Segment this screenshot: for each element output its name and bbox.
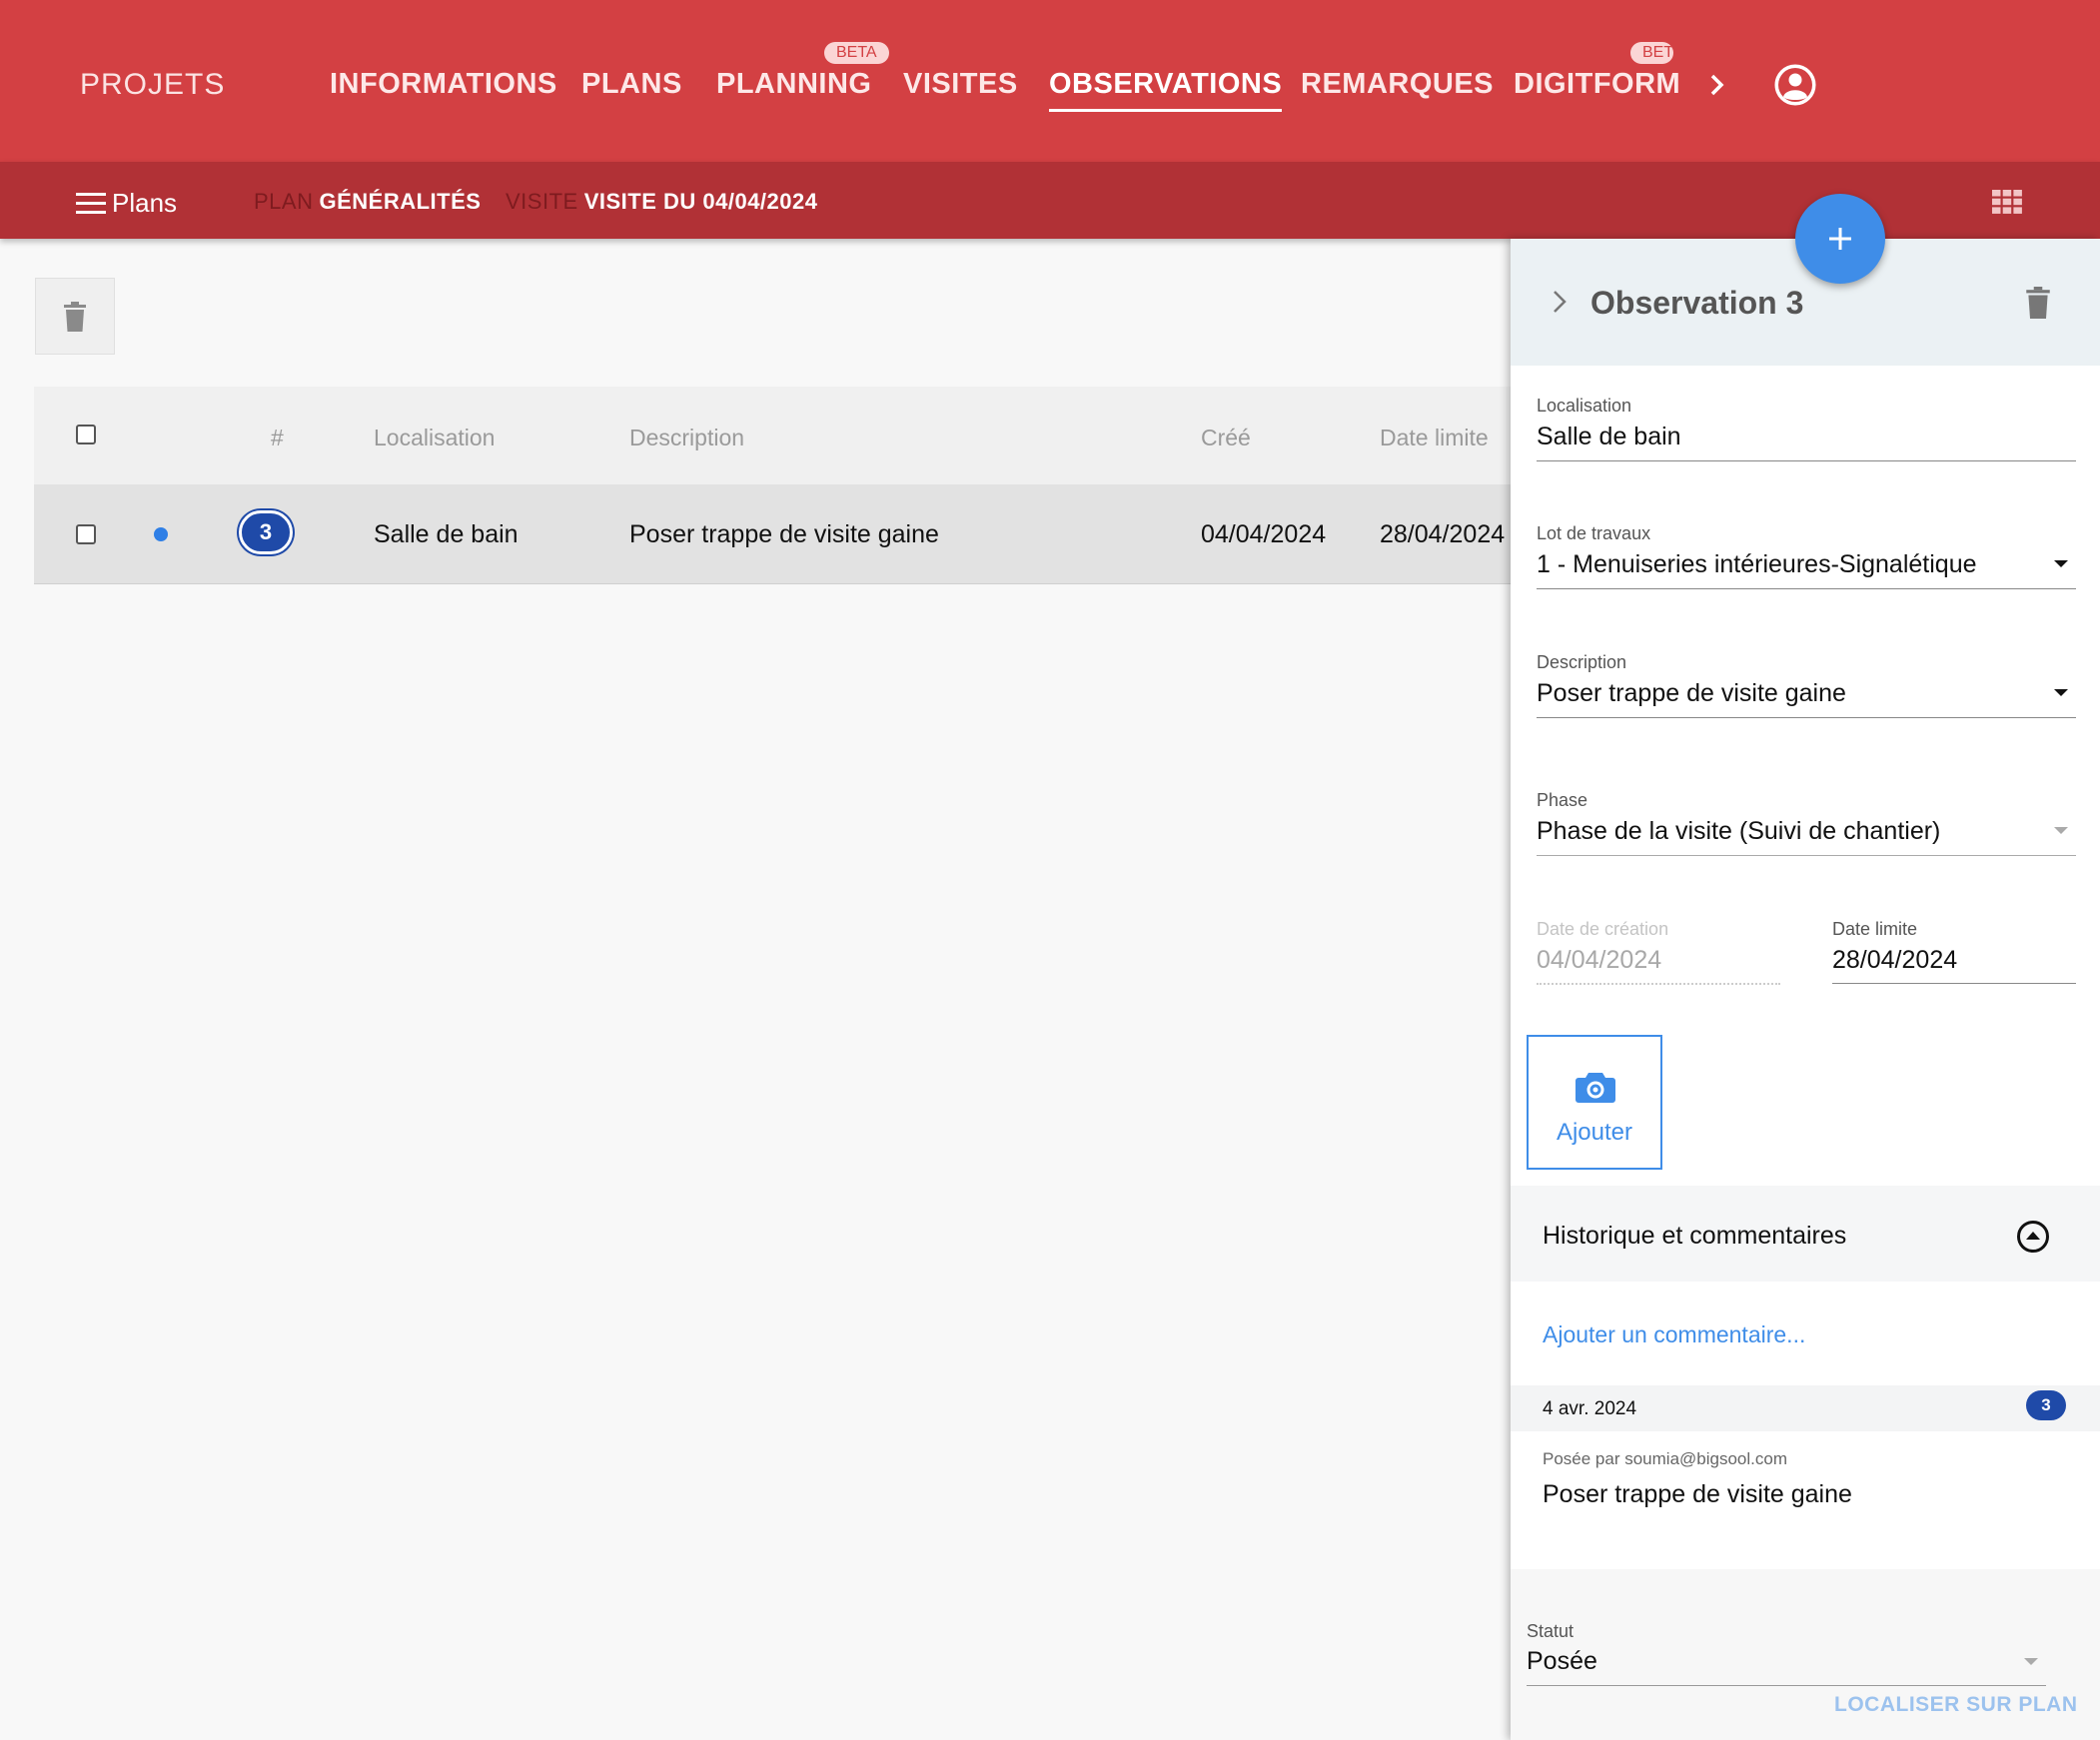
plans-menu-button[interactable]: Plans (76, 188, 177, 219)
add-observation-button[interactable] (1795, 194, 1885, 284)
description-value: Poser trappe de visite gaine (1537, 679, 1846, 707)
beta-badge: BET (1630, 42, 1673, 64)
user-circle-icon[interactable] (1774, 64, 1816, 106)
column-header-location[interactable]: Localisation (374, 425, 495, 451)
creation-date-label: Date de création (1537, 919, 1669, 939)
history-title: Historique et commentaires (1543, 1222, 1847, 1250)
table-row[interactable]: 3 Salle de bain Poser trappe de visite g… (34, 484, 1513, 584)
visit-key: VISITE (506, 189, 578, 214)
history-entry-badge: 3 (2026, 1390, 2066, 1420)
history-entry-text: Poser trappe de visite gaine (1543, 1480, 1852, 1508)
chevron-right-icon[interactable] (1706, 68, 1728, 102)
row-description: Poser trappe de visite gaine (629, 520, 939, 548)
column-header-deadline[interactable]: Date limite (1380, 425, 1489, 451)
nav-tab-digitform[interactable]: DIGITFORM (1514, 68, 1680, 101)
deadline-date-label: Date limite (1832, 919, 1918, 939)
panel-title: Observation 3 (1590, 285, 1804, 321)
context-bar: Plans PLAN GÉNÉRALITÉS VISITE VISITE DU 04… (0, 162, 2100, 239)
top-navigation-bar: PROJETS INFORMATIONS PLANS BETA PLANNING… (0, 0, 2100, 162)
plans-menu-label: Plans (112, 188, 178, 218)
history-entry-author: Posée par soumia@bigsool.com (1543, 1449, 1787, 1468)
dropdown-caret-icon (2054, 689, 2068, 696)
observation-detail-panel: Observation 3 Localisation Salle de bain… (1511, 239, 2100, 1740)
work-lot-label: Lot de travaux (1537, 523, 1651, 543)
nav-tab-plans[interactable]: PLANS (581, 68, 682, 101)
row-location: Salle de bain (374, 520, 519, 548)
projects-link[interactable]: PROJETS (80, 68, 225, 102)
column-header-description[interactable]: Description (629, 425, 744, 451)
nav-tab-informations[interactable]: INFORMATIONS (330, 68, 557, 101)
dropdown-caret-icon (2054, 827, 2068, 834)
nav-tab-observations[interactable]: OBSERVATIONS (1049, 68, 1283, 112)
creation-date-value: 04/04/2024 (1537, 946, 1662, 974)
beta-badge: BETA (824, 42, 889, 64)
creation-date-field: Date de création 04/04/2024 (1537, 919, 1780, 985)
plan-key: PLAN (254, 189, 314, 214)
status-value: Posée (1527, 1647, 1597, 1675)
delete-observation-trash-icon[interactable] (2026, 287, 2050, 319)
add-photo-button[interactable]: Ajouter (1527, 1035, 1662, 1170)
visit-breadcrumb[interactable]: VISITE VISITE DU 04/04/2024 (506, 189, 817, 215)
history-entry-date: 4 avr. 2024 (1543, 1398, 1637, 1419)
plan-value: GÉNÉRALITÉS (319, 189, 482, 214)
description-select[interactable]: Description Poser trappe de visite gaine (1537, 652, 2076, 718)
history-entry-header: 4 avr. 2024 3 (1511, 1385, 2100, 1431)
location-label: Localisation (1537, 396, 1632, 416)
add-photo-label: Ajouter (1556, 1119, 1633, 1146)
plan-breadcrumb[interactable]: PLAN GÉNÉRALITÉS (254, 189, 481, 215)
deadline-date-field[interactable]: Date limite 28/04/2024 (1832, 919, 2076, 985)
unread-dot-icon (154, 527, 168, 541)
nav-tab-remarques[interactable]: REMARQUES (1301, 68, 1494, 101)
table-header: # Localisation Description Créé Date lim… (34, 387, 1513, 484)
phase-select[interactable]: Phase Phase de la visite (Suivi de chant… (1537, 790, 2076, 856)
column-header-created[interactable]: Créé (1201, 425, 1251, 451)
hamburger-icon (76, 192, 106, 215)
row-created: 04/04/2024 (1201, 520, 1327, 548)
nav-tab-planning[interactable]: PLANNING (716, 68, 871, 101)
observation-number-badge: 3 (239, 510, 293, 554)
add-comment-link[interactable]: Ajouter un commentaire... (1543, 1321, 1805, 1348)
visit-value: VISITE DU 04/04/2024 (583, 189, 818, 214)
status-select[interactable]: Statut Posée (1527, 1621, 2046, 1687)
nav-tab-visites[interactable]: VISITES (903, 68, 1018, 101)
work-lot-select[interactable]: Lot de travaux 1 - Menuiseries intérieur… (1537, 523, 2076, 589)
history-section-header[interactable]: Historique et commentaires (1511, 1186, 2100, 1282)
collapse-panel-chevron-icon[interactable] (1551, 287, 1569, 317)
row-checkbox[interactable] (76, 524, 96, 544)
phase-label: Phase (1537, 790, 1588, 810)
dropdown-caret-icon (2054, 560, 2068, 567)
select-all-checkbox[interactable] (76, 425, 96, 444)
trash-icon (64, 301, 86, 332)
column-header-number[interactable]: # (271, 425, 284, 451)
camera-icon (1575, 1073, 1615, 1103)
phase-value: Phase de la visite (Suivi de chantier) (1537, 817, 1941, 845)
row-deadline: 28/04/2024 (1380, 520, 1506, 548)
work-lot-value: 1 - Menuiseries intérieures-Signalétique (1537, 550, 1977, 578)
location-value: Salle de bain (1537, 423, 1681, 450)
deadline-date-value: 28/04/2024 (1832, 946, 1958, 974)
location-field[interactable]: Localisation Salle de bain (1537, 396, 2076, 461)
collapse-up-circle-icon[interactable] (2016, 1220, 2050, 1254)
delete-selected-button[interactable] (35, 278, 115, 355)
status-label: Statut (1527, 1621, 1575, 1641)
description-label: Description (1537, 652, 1627, 672)
locate-on-plan-button[interactable]: LOCALISER SUR PLAN (1834, 1693, 2078, 1717)
dropdown-caret-icon (2024, 1658, 2038, 1665)
grid-view-icon[interactable] (1992, 190, 2022, 214)
